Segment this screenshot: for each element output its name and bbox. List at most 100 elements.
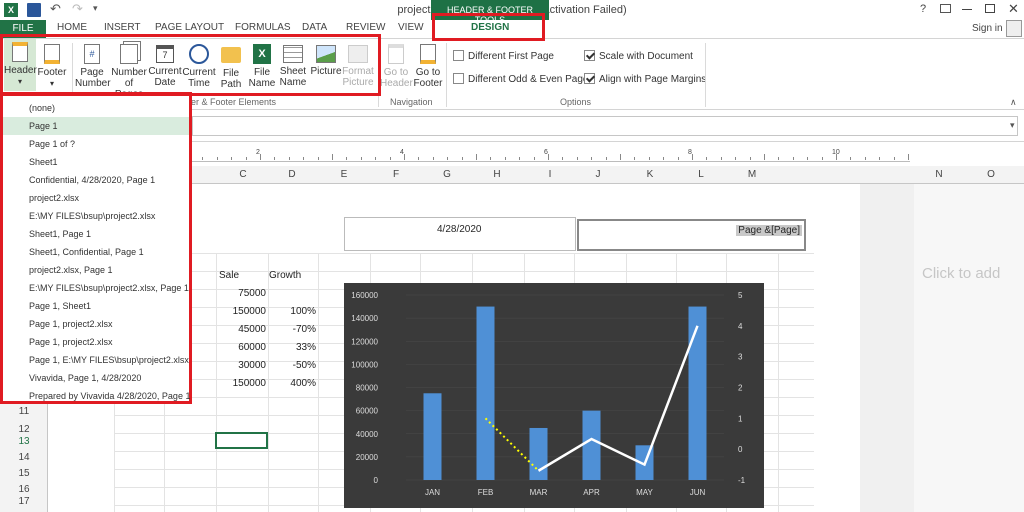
column-header[interactable]: K <box>645 169 655 180</box>
column-header[interactable]: M <box>746 169 758 180</box>
growth-cell[interactable]: 400% <box>266 378 316 389</box>
header-option[interactable]: Page 1 of ? <box>3 135 189 153</box>
header-right-section[interactable]: Page &[Page] <box>577 219 806 251</box>
header-option[interactable]: project2.xlsx, Page 1 <box>3 261 189 279</box>
growth-cell[interactable]: 33% <box>266 342 316 353</box>
sale-header[interactable]: Sale <box>219 270 239 281</box>
different-first-page-checkbox[interactable]: Different First Page <box>453 50 554 62</box>
column-header[interactable]: L <box>696 169 706 180</box>
row-header[interactable]: 15 <box>0 468 48 479</box>
page-number-button[interactable]: # Page Number <box>75 41 111 89</box>
header-option[interactable]: Sheet1 <box>3 153 189 171</box>
header-option[interactable]: project2.xlsx <box>3 189 189 207</box>
column-header[interactable]: H <box>492 169 502 180</box>
tab-insert[interactable]: INSERT <box>104 22 141 33</box>
ruler-tick <box>735 157 737 160</box>
column-header[interactable]: J <box>593 169 603 180</box>
header-option[interactable]: (none) <box>3 99 189 117</box>
help-icon[interactable]: ? <box>920 3 926 15</box>
tab-data[interactable]: DATA <box>302 22 327 33</box>
sign-in-link[interactable]: Sign in <box>972 23 1003 34</box>
file-name-button[interactable]: X File Name <box>248 41 276 89</box>
selected-cell[interactable] <box>215 432 268 449</box>
picture-button[interactable]: Picture <box>310 41 342 77</box>
column-header[interactable]: G <box>442 169 452 180</box>
different-odd-even-checkbox[interactable]: Different Odd & Even Pages <box>453 73 593 85</box>
tab-file[interactable]: FILE <box>0 20 46 38</box>
align-with-margins-checkbox[interactable]: Align with Page Margins <box>584 73 706 85</box>
close-icon[interactable]: ✕ <box>1008 1 1019 17</box>
column-header[interactable]: C <box>238 169 248 180</box>
header-button[interactable]: Header ▾ <box>4 39 37 91</box>
sale-cell[interactable]: 60000 <box>216 342 266 353</box>
row-header[interactable]: 11 <box>0 406 48 417</box>
row-header[interactable]: 13 <box>0 436 48 447</box>
tab-formulas[interactable]: FORMULAS <box>235 22 291 33</box>
restore-icon[interactable] <box>985 4 995 13</box>
go-to-header-button[interactable]: Go to Header <box>380 41 413 89</box>
header-option[interactable]: E:\MY FILES\bsup\project2.xlsx <box>3 207 189 225</box>
expand-formula-bar-icon[interactable]: ▾ <box>1010 120 1015 131</box>
growth-header[interactable]: Growth <box>269 270 301 281</box>
column-header[interactable]: O <box>985 169 997 180</box>
tab-review[interactable]: REVIEW <box>346 22 385 33</box>
current-date-button[interactable]: 7 Current Date <box>148 41 182 88</box>
formula-input[interactable] <box>192 116 1018 136</box>
minimize-icon[interactable] <box>962 9 972 10</box>
ruler-tick <box>850 157 852 160</box>
format-picture-button[interactable]: Format Picture <box>342 41 374 88</box>
sale-cell[interactable]: 150000 <box>216 306 266 317</box>
row-header[interactable]: 14 <box>0 452 48 463</box>
growth-cell[interactable]: 100% <box>266 306 316 317</box>
column-header[interactable]: I <box>545 169 555 180</box>
header-option[interactable]: Vivavida, Page 1, 4/28/2020 <box>3 369 189 387</box>
header-option[interactable]: Page 1, project2.xlsx <box>3 333 189 351</box>
footer-button[interactable]: Footer ▾ <box>37 41 67 89</box>
growth-cell[interactable]: -70% <box>266 324 316 335</box>
growth-cell[interactable]: -50% <box>266 360 316 371</box>
tab-design[interactable]: DESIGN <box>471 22 509 33</box>
combo-chart[interactable]: 0 20000 40000 60000 80000 100000 120000 140000 1… <box>344 283 764 508</box>
header-option[interactable]: Sheet1, Confidential, Page 1 <box>3 243 189 261</box>
header-option[interactable]: E:\MY FILES\bsup\project2.xlsx, Page 1 <box>3 279 189 297</box>
column-header[interactable]: E <box>339 169 349 180</box>
sale-cell[interactable]: 150000 <box>216 378 266 389</box>
ruler-tick <box>821 157 823 160</box>
tab-view[interactable]: VIEW <box>398 22 424 33</box>
header-center-section[interactable]: 4/28/2020 <box>344 217 576 251</box>
go-to-footer-button[interactable]: Go to Footer <box>413 41 443 89</box>
column-header[interactable]: N <box>933 169 945 180</box>
header-option[interactable]: Sheet1, Page 1 <box>3 225 189 243</box>
collapse-ribbon-icon[interactable]: ∧ <box>1010 97 1017 108</box>
ruler-tick <box>404 154 405 160</box>
header-option[interactable]: Page 1, Sheet1 <box>3 297 189 315</box>
sale-cell[interactable]: 75000 <box>216 288 266 299</box>
sale-cell[interactable]: 45000 <box>216 324 266 335</box>
row-header[interactable]: 17 <box>0 496 48 507</box>
header-option[interactable]: Page 1, project2.xlsx <box>3 315 189 333</box>
file-path-button[interactable]: File Path <box>218 41 244 90</box>
ruler-tick <box>648 157 650 160</box>
current-time-button[interactable]: Current Time <box>182 41 216 89</box>
header-option[interactable]: Page 1, E:\MY FILES\bsup\project2.xlsx <box>3 351 189 369</box>
row-header[interactable]: 16 <box>0 484 48 495</box>
header-option[interactable]: Confidential, 4/28/2020, Page 1 <box>3 171 189 189</box>
avatar[interactable] <box>1006 20 1022 37</box>
ruler-tick <box>447 157 449 160</box>
clock-icon <box>189 44 209 64</box>
column-header[interactable]: F <box>391 169 401 180</box>
row-header[interactable]: 12 <box>0 424 48 435</box>
go-to-header-icon <box>388 44 404 64</box>
next-page-prompt[interactable]: Click to add <box>922 265 1000 282</box>
scale-with-document-checkbox[interactable]: Scale with Document <box>584 50 693 62</box>
column-header[interactable]: D <box>287 169 297 180</box>
ruler-tick <box>216 157 218 160</box>
header-option[interactable]: Prepared by Vivavida 4/28/2020, Page 1 <box>3 387 190 405</box>
tab-page-layout[interactable]: PAGE LAYOUT <box>155 22 224 33</box>
header-option[interactable]: Page 1 <box>3 117 189 135</box>
sale-cell[interactable]: 30000 <box>216 360 266 371</box>
ribbon-display-icon[interactable] <box>940 4 951 13</box>
sheet-name-button[interactable]: Sheet Name <box>279 41 307 88</box>
tab-home[interactable]: HOME <box>57 22 87 33</box>
picture-icon <box>316 45 336 63</box>
